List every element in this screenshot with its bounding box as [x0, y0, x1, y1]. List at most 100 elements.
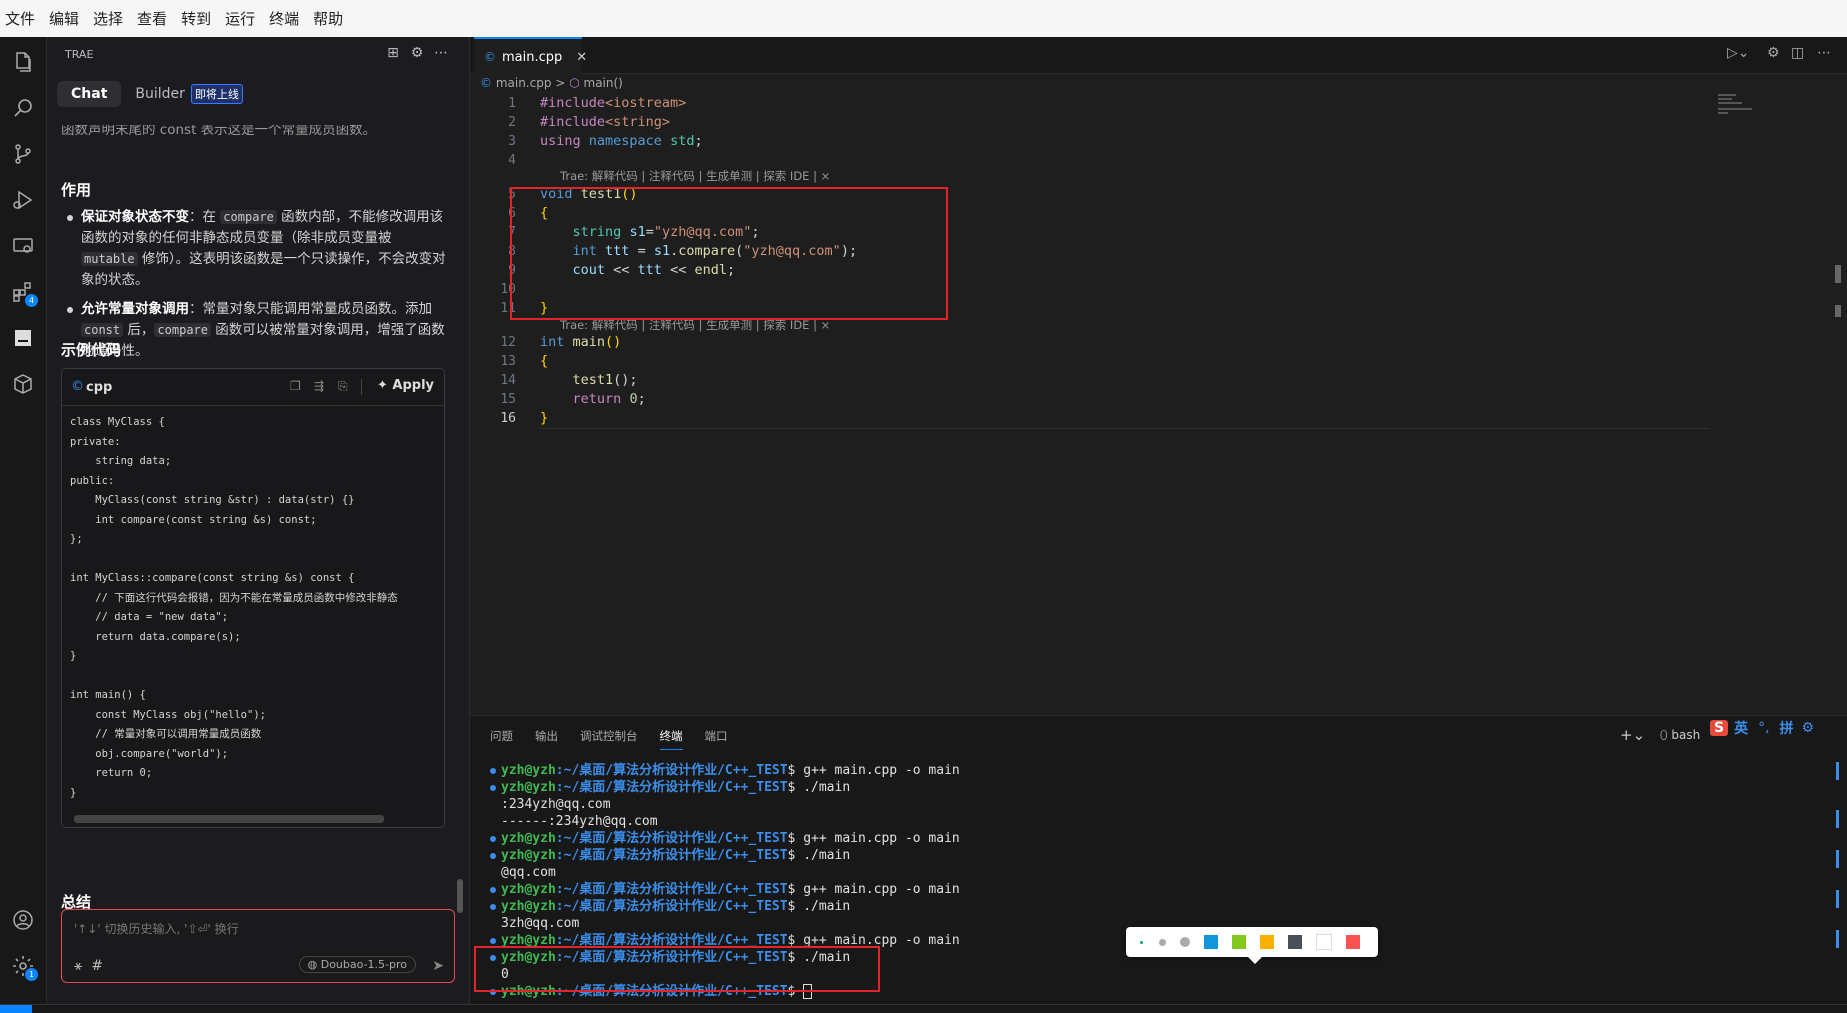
- run-code-icon[interactable]: ▷⌄: [1727, 45, 1750, 61]
- chat-input-box[interactable]: '↑↓' 切换历史输入, '⇧⏎' 换行 ⚹ # ◍ Doubao-1.5-pr…: [61, 909, 455, 983]
- divider: [361, 379, 362, 395]
- tab-main-cpp[interactable]: © main.cpp ✕: [474, 37, 587, 75]
- insert-icon[interactable]: ⇶: [314, 379, 328, 393]
- command-status-dot[interactable]: [490, 852, 496, 859]
- ai-chat-panel: TRAE ⊞ ⚙ ⋯ Chat Builder 即将上线 函数声明末尾的 con…: [47, 37, 470, 1004]
- account-icon[interactable]: [8, 905, 38, 935]
- chat-header-title: TRAE: [65, 47, 94, 61]
- menu-selection[interactable]: 选择: [88, 8, 132, 29]
- menu-go[interactable]: 转到: [176, 8, 220, 29]
- tab-output[interactable]: 输出: [535, 728, 558, 750]
- ime-mode-toggle[interactable]: 拼: [1780, 718, 1794, 738]
- line-number: 1: [508, 96, 516, 111]
- pen-size-medium[interactable]: [1159, 938, 1166, 946]
- new-chat-icon[interactable]: ⊞: [384, 45, 402, 63]
- menu-terminal[interactable]: 终端: [264, 8, 308, 29]
- context-tools-icon[interactable]: ⚹ #: [74, 958, 103, 974]
- terminal-shell-selector[interactable]: ⬯ bash: [1660, 728, 1700, 743]
- editor-settings-gear-icon[interactable]: ⚙: [1767, 45, 1780, 61]
- search-icon[interactable]: [8, 93, 38, 123]
- command-status-dot[interactable]: [490, 886, 496, 893]
- chat-settings-gear-icon[interactable]: ⚙: [408, 45, 426, 63]
- ime-punctuation-icon[interactable]: °,: [1758, 720, 1769, 736]
- bullet-dot: [67, 215, 73, 221]
- color-swatch-red[interactable]: [1346, 935, 1360, 949]
- tab-chat[interactable]: Chat: [57, 81, 122, 107]
- tab-problems[interactable]: 问题: [490, 728, 513, 750]
- code-horizontal-scrollbar[interactable]: [74, 815, 384, 823]
- line-number: 12: [500, 335, 516, 350]
- menu-run[interactable]: 运行: [220, 8, 264, 29]
- extensions-icon[interactable]: 4: [8, 277, 38, 307]
- color-swatch-green[interactable]: [1232, 935, 1246, 949]
- prompt-path: :~/桌面/算法分析设计作业/C++_TEST: [555, 780, 788, 795]
- bullet1-title: 保证对象状态不变: [81, 209, 189, 225]
- ime-settings-gear-icon[interactable]: ⚙: [1802, 720, 1815, 736]
- ime-language-toggle[interactable]: 英: [1734, 718, 1748, 738]
- command-status-dot[interactable]: [490, 903, 496, 910]
- terminal-output-line: :234yzh@qq.com: [501, 797, 611, 812]
- tab-ports[interactable]: 端口: [705, 728, 728, 750]
- command-status-dot[interactable]: [490, 937, 496, 944]
- command-status-dot[interactable]: [490, 835, 496, 842]
- chat-scrollbar[interactable]: [457, 879, 463, 913]
- sogou-logo-icon[interactable]: S: [1710, 720, 1729, 736]
- command-status-dot[interactable]: [490, 784, 496, 791]
- more-actions-icon[interactable]: ⋯: [432, 45, 450, 63]
- pen-size-large[interactable]: [1180, 937, 1190, 947]
- send-icon[interactable]: ➤: [432, 958, 444, 974]
- color-swatch-dark[interactable]: [1288, 935, 1302, 949]
- code-block-content: class MyClass { private: string data; pu…: [70, 416, 398, 799]
- close-tab-icon[interactable]: ✕: [576, 50, 587, 65]
- sparkle-icon: ✦: [376, 378, 388, 393]
- breadcrumb-file[interactable]: main.cpp: [496, 76, 552, 90]
- run-debug-icon[interactable]: [8, 185, 38, 215]
- breadcrumb: © main.cpp > ⬡ main(): [480, 76, 623, 90]
- remote-explorer-icon[interactable]: [8, 231, 38, 261]
- tab-terminal[interactable]: 终端: [659, 728, 683, 750]
- cpp-language-icon: ©: [71, 379, 84, 394]
- menu-view[interactable]: 查看: [132, 8, 176, 29]
- cpp-file-icon: ©: [484, 50, 496, 64]
- bullet2-code2: compare: [154, 323, 211, 337]
- tab-debug-console[interactable]: 调试控制台: [580, 728, 638, 750]
- chat-header: TRAE ⊞ ⚙ ⋯: [47, 37, 469, 71]
- new-terminal-icon[interactable]: +⌄: [1620, 726, 1645, 744]
- prompt-user: yzh@yzh: [501, 882, 556, 897]
- line-number: 14: [500, 373, 516, 388]
- trae-panel-icon[interactable]: [8, 323, 38, 353]
- code-block-header: © cpp ❐ ⇶ ⎘ ✦ Apply: [62, 369, 444, 406]
- terminal-scroll-markers: [1836, 762, 1839, 1002]
- bullet2-title: 允许常量对象调用: [81, 301, 189, 317]
- codelens-actions[interactable]: Trae: 解释代码 | 注释代码 | 生成单测 | 探索 IDE | ×: [560, 168, 830, 184]
- settings-gear-icon[interactable]: 1: [8, 951, 38, 981]
- color-swatch-yellow[interactable]: [1260, 935, 1274, 949]
- line-number: 2: [508, 115, 516, 130]
- command-status-dot[interactable]: [490, 767, 496, 774]
- copy-icon[interactable]: ❐: [290, 379, 304, 393]
- color-swatch-blue[interactable]: [1204, 935, 1218, 949]
- split-editor-icon[interactable]: ◫: [1791, 45, 1804, 61]
- menu-help[interactable]: 帮助: [308, 8, 352, 29]
- prompt-command: $ ./main: [787, 899, 851, 914]
- menu-file[interactable]: 文件: [0, 8, 44, 29]
- source-control-icon[interactable]: [8, 139, 38, 169]
- line-number: 3: [508, 134, 516, 149]
- current-line-highlight: [540, 428, 1710, 429]
- editor-scrollbar-thumb[interactable]: [1835, 305, 1841, 317]
- editor-scrollbar-thumb[interactable]: [1835, 265, 1841, 283]
- explorer-icon[interactable]: [8, 47, 38, 77]
- prompt-user: yzh@yzh: [501, 848, 556, 863]
- breadcrumb-symbol[interactable]: main(): [584, 76, 623, 90]
- new-file-icon[interactable]: ⎘: [338, 379, 352, 393]
- editor-more-icon[interactable]: ⋯: [1817, 45, 1831, 61]
- apply-button[interactable]: ✦ Apply: [377, 378, 434, 393]
- model-selector[interactable]: ◍ Doubao-1.5-pro: [298, 956, 416, 973]
- minimap[interactable]: [1718, 92, 1768, 132]
- pen-size-small[interactable]: [1140, 940, 1143, 944]
- package-icon[interactable]: [8, 369, 38, 399]
- menu-edit[interactable]: 编辑: [44, 8, 88, 29]
- color-swatch-white[interactable]: [1316, 934, 1332, 950]
- tab-builder[interactable]: Builder: [121, 81, 189, 107]
- prompt-path: :~/桌面/算法分析设计作业/C++_TEST: [555, 899, 788, 914]
